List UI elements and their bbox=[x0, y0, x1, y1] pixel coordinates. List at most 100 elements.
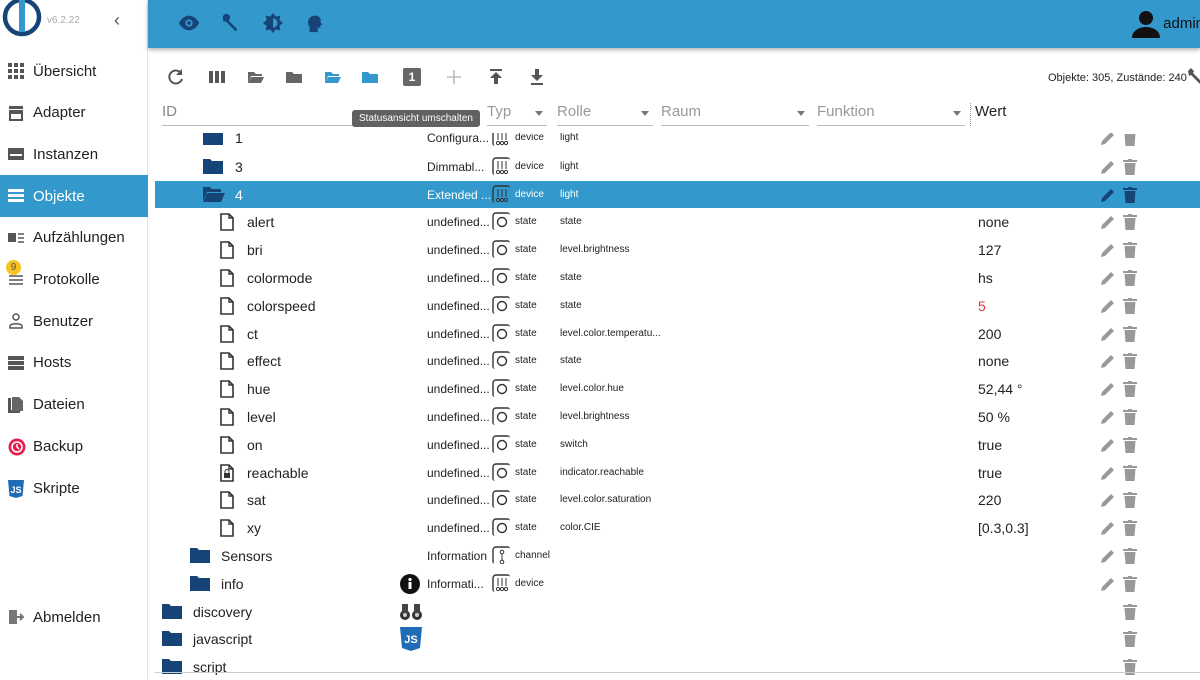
collapse-sidebar-icon[interactable]: ‹ bbox=[114, 10, 120, 31]
edit-icon[interactable] bbox=[1100, 381, 1116, 397]
type-filter[interactable]: Typ bbox=[487, 103, 547, 126]
object-value[interactable]: true bbox=[978, 437, 1002, 453]
sidebar-item-hosts[interactable]: Hosts bbox=[0, 342, 148, 384]
edit-icon[interactable] bbox=[1100, 576, 1116, 592]
collapse-all-icon[interactable] bbox=[361, 68, 379, 86]
delete-icon[interactable] bbox=[1123, 214, 1137, 231]
brightness-icon[interactable] bbox=[262, 12, 284, 34]
delete-icon[interactable] bbox=[1123, 603, 1137, 620]
table-row[interactable]: info Informati... device bbox=[155, 570, 1200, 597]
folder-open-icon[interactable] bbox=[247, 68, 265, 86]
object-value[interactable]: hs bbox=[978, 270, 993, 286]
delete-icon[interactable] bbox=[1123, 464, 1137, 481]
user-avatar-icon[interactable] bbox=[1130, 8, 1162, 40]
table-row[interactable]: javascript JS bbox=[155, 625, 1200, 652]
sidebar-item-adapter[interactable]: Adapter bbox=[0, 92, 148, 134]
table-row[interactable]: colormode undefined... state state hs bbox=[155, 264, 1200, 291]
download-icon[interactable] bbox=[528, 68, 546, 86]
table-row[interactable]: Sensors Information channel bbox=[155, 542, 1200, 569]
sidebar-item-skripte[interactable]: JS Skripte bbox=[0, 467, 148, 509]
edit-icon[interactable] bbox=[1100, 187, 1116, 203]
table-row[interactable]: level undefined... state level.brightness 50… bbox=[155, 403, 1200, 430]
delete-icon[interactable] bbox=[1123, 548, 1137, 564]
edit-icon[interactable] bbox=[1100, 298, 1116, 314]
username[interactable]: admin bbox=[1163, 15, 1200, 32]
object-value[interactable]: 50 % bbox=[978, 409, 1010, 425]
delete-icon[interactable] bbox=[1123, 353, 1137, 370]
wrench-icon[interactable] bbox=[220, 12, 242, 34]
table-row[interactable]: 1 Configura... device light bbox=[155, 130, 1200, 151]
refresh-icon[interactable] bbox=[167, 68, 185, 86]
edit-icon[interactable] bbox=[1100, 159, 1116, 175]
expert-mode-icon[interactable] bbox=[304, 12, 326, 34]
object-value[interactable]: none bbox=[978, 214, 1009, 230]
table-row[interactable]: ct undefined... state level.color.temperatu… bbox=[155, 320, 1200, 347]
sidebar-item-dateien[interactable]: Dateien bbox=[0, 384, 148, 426]
table-row[interactable]: hue undefined... state level.color.hue 52,44… bbox=[155, 375, 1200, 402]
edit-icon[interactable] bbox=[1100, 520, 1116, 536]
folder-icon[interactable] bbox=[203, 158, 223, 174]
table-row[interactable]: 4 Extended ... device light bbox=[155, 180, 1200, 208]
object-value[interactable]: 200 bbox=[978, 326, 1001, 342]
delete-icon[interactable] bbox=[1123, 270, 1137, 286]
object-value[interactable]: 52,44 ° bbox=[978, 381, 1023, 397]
eye-icon[interactable] bbox=[178, 12, 200, 34]
object-value[interactable]: 5 bbox=[978, 298, 986, 314]
table-row[interactable]: on undefined... state switch true bbox=[155, 431, 1200, 458]
delete-icon[interactable] bbox=[1123, 325, 1137, 342]
object-value[interactable]: 220 bbox=[978, 492, 1001, 508]
folder-icon[interactable] bbox=[285, 68, 303, 86]
object-value[interactable]: 127 bbox=[978, 242, 1001, 258]
delete-icon[interactable] bbox=[1123, 520, 1137, 537]
edit-icon[interactable] bbox=[1100, 465, 1116, 481]
delete-icon[interactable] bbox=[1123, 297, 1137, 314]
delete-icon[interactable] bbox=[1123, 409, 1137, 425]
role-filter[interactable]: Rolle bbox=[557, 103, 653, 126]
settings-wrench-icon[interactable] bbox=[1186, 66, 1200, 84]
folder-icon[interactable] bbox=[190, 547, 210, 563]
edit-icon[interactable] bbox=[1100, 242, 1116, 258]
edit-icon[interactable] bbox=[1100, 214, 1116, 230]
delete-icon[interactable] bbox=[1123, 436, 1137, 453]
expand-all-icon[interactable] bbox=[324, 68, 342, 86]
table-row[interactable]: bri undefined... state level.brightness 127 bbox=[155, 236, 1200, 263]
sidebar-item-objekte[interactable]: Objekte bbox=[0, 175, 148, 218]
edit-icon[interactable] bbox=[1100, 270, 1116, 286]
sidebar-item-backup[interactable]: Backup bbox=[0, 425, 148, 467]
table-row[interactable]: colorspeed undefined... state state 5 bbox=[155, 292, 1200, 319]
delete-icon[interactable] bbox=[1123, 575, 1137, 592]
folder-icon[interactable] bbox=[162, 603, 182, 619]
edit-icon[interactable] bbox=[1100, 353, 1116, 369]
table-row[interactable]: sat undefined... state level.color.saturati… bbox=[155, 486, 1200, 513]
table-row[interactable]: discovery bbox=[155, 598, 1200, 625]
upload-icon[interactable] bbox=[487, 68, 505, 86]
room-filter[interactable]: Raum bbox=[661, 103, 809, 126]
folder-icon[interactable] bbox=[162, 630, 182, 647]
logout-button[interactable]: Abmelden bbox=[0, 596, 148, 638]
delete-icon[interactable] bbox=[1123, 242, 1137, 259]
columns-icon[interactable] bbox=[208, 68, 226, 86]
delete-icon[interactable] bbox=[1123, 158, 1137, 175]
sidebar-item-übersicht[interactable]: Übersicht bbox=[0, 50, 148, 92]
folder-open-icon[interactable] bbox=[203, 186, 225, 202]
object-value[interactable]: true bbox=[978, 465, 1002, 481]
delete-icon[interactable] bbox=[1123, 631, 1137, 648]
object-value[interactable]: none bbox=[978, 353, 1009, 369]
edit-icon[interactable] bbox=[1100, 130, 1116, 146]
edit-icon[interactable] bbox=[1100, 492, 1116, 508]
edit-icon[interactable] bbox=[1100, 437, 1116, 453]
sidebar-item-aufzählungen[interactable]: Aufzählungen bbox=[0, 217, 148, 259]
add-icon[interactable] bbox=[445, 68, 463, 86]
folder-icon[interactable] bbox=[190, 575, 210, 591]
table-row[interactable]: xy undefined... state color.CIE [0.3,0.3] bbox=[155, 514, 1200, 541]
delete-icon[interactable] bbox=[1123, 492, 1137, 509]
sidebar-item-instanzen[interactable]: Instanzen bbox=[0, 133, 148, 175]
table-row[interactable]: effect undefined... state state none bbox=[155, 347, 1200, 374]
sidebar-item-protokolle[interactable]: 9 Protokolle bbox=[0, 259, 148, 301]
delete-icon[interactable] bbox=[1123, 186, 1137, 203]
sidebar-item-benutzer[interactable]: Benutzer bbox=[0, 300, 148, 342]
delete-icon[interactable] bbox=[1123, 130, 1137, 146]
edit-icon[interactable] bbox=[1100, 548, 1116, 564]
edit-icon[interactable] bbox=[1100, 326, 1116, 342]
table-row[interactable]: 3 Dimmabl... device light bbox=[155, 153, 1200, 180]
